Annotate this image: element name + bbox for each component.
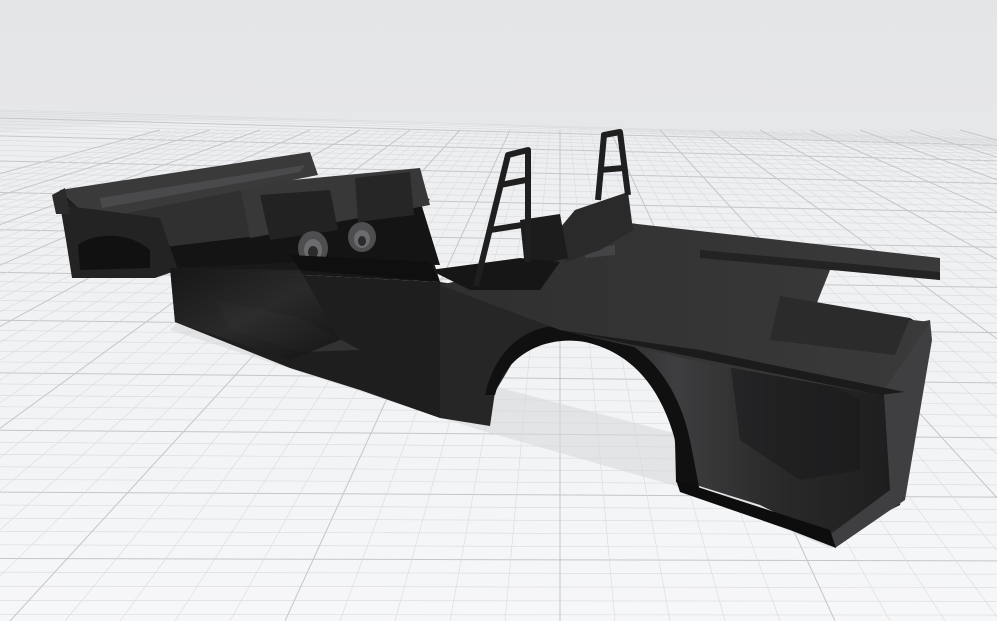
headlight-right xyxy=(348,222,376,252)
front-cowl-block xyxy=(355,172,414,222)
scene-canvas[interactable] xyxy=(0,0,997,621)
3d-viewport[interactable] xyxy=(0,0,997,621)
